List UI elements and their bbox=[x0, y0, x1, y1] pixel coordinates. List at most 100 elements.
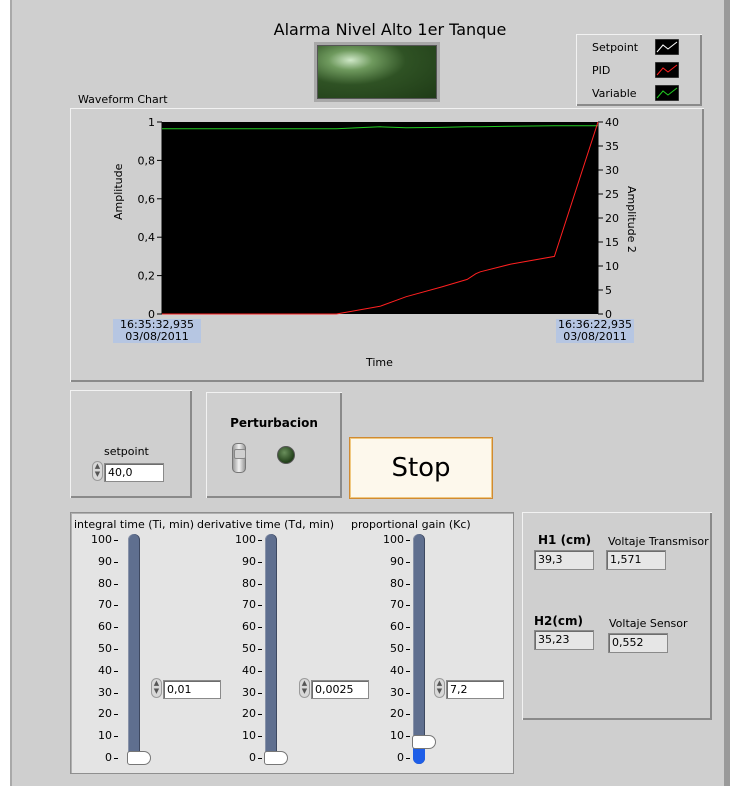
plot-legend[interactable]: Setpoint PID Variable bbox=[576, 34, 702, 106]
slider-tick-label: 30 bbox=[390, 685, 404, 699]
setpoint-increment-decrement[interactable]: ▲ ▼ bbox=[92, 461, 103, 481]
slider-tick-mark bbox=[258, 649, 262, 650]
slider-tick-label: 80 bbox=[98, 576, 112, 590]
slider-tick-label: 100 bbox=[383, 533, 404, 546]
perturbacion-box bbox=[206, 392, 342, 498]
slider-tick-mark bbox=[114, 714, 118, 716]
slider-tick-label: 80 bbox=[242, 576, 256, 590]
slider-tick-mark bbox=[406, 605, 410, 607]
x-start-date: 03/08/2011 bbox=[125, 330, 189, 343]
slider-tick-mark bbox=[258, 540, 262, 541]
slider-thumb[interactable] bbox=[412, 735, 436, 750]
slider-tick-label: 10 bbox=[242, 729, 256, 743]
slider-tick-mark bbox=[406, 561, 410, 563]
y-right-tick-label: 35 bbox=[605, 140, 619, 153]
y-right-tick-label: 5 bbox=[605, 284, 612, 297]
x-axis-label: Time bbox=[366, 356, 393, 369]
y-right-tick-label: 30 bbox=[605, 164, 619, 177]
alarm-title: Alarma Nivel Alto 1er Tanque bbox=[273, 20, 507, 39]
slider-track[interactable] bbox=[265, 534, 277, 764]
slider-value-input[interactable]: 0,01 bbox=[163, 680, 221, 699]
slider-increment-decrement[interactable]: ▲ ▼ bbox=[151, 678, 162, 698]
legend-item[interactable]: Variable bbox=[576, 84, 702, 104]
slider-tick-mark bbox=[406, 736, 410, 738]
setpoint-input[interactable]: 40,0 bbox=[104, 463, 164, 482]
y-right-axis-label: Amplitude 2 bbox=[625, 186, 638, 253]
x-start-label[interactable]: 16:35:32,935 03/08/2011 bbox=[113, 319, 201, 343]
slider-tick-label: 90 bbox=[98, 554, 112, 568]
slider-label: derivative time (Td, min) bbox=[197, 518, 335, 531]
slider-track[interactable] bbox=[413, 534, 425, 764]
legend-swatch bbox=[655, 85, 679, 101]
slider-tick-mark bbox=[114, 605, 118, 607]
slider-tick-label: 50 bbox=[98, 642, 112, 655]
slider-tick-mark bbox=[114, 627, 118, 629]
slider-tick-mark bbox=[258, 605, 262, 607]
slider-thumb[interactable] bbox=[264, 751, 288, 765]
voltaje-sensor-label: Voltaje Sensor bbox=[609, 617, 688, 630]
h1-label: H1 (cm) bbox=[538, 533, 592, 547]
voltaje-transmisor-value: 1,571 bbox=[606, 550, 666, 570]
slider-tick-label: 30 bbox=[242, 685, 256, 699]
slider-tick-mark bbox=[406, 670, 410, 672]
perturbacion-led bbox=[277, 446, 295, 464]
perturbacion-toggle[interactable] bbox=[232, 443, 246, 473]
slider-tick-mark bbox=[114, 540, 118, 541]
slider-tick-label: 20 bbox=[390, 707, 404, 721]
slider-tick-label: 0 bbox=[105, 751, 112, 764]
slider-tick-mark bbox=[406, 758, 410, 759]
slider-tick-label: 70 bbox=[98, 598, 112, 612]
slider-tick-label: 90 bbox=[390, 554, 404, 568]
y-left-axis-label: Amplitude bbox=[112, 163, 125, 220]
slider-value-input[interactable]: 7,2 bbox=[446, 680, 504, 699]
perturbacion-label: Perturbacion bbox=[230, 416, 318, 430]
y-right-tick-label: 25 bbox=[605, 188, 619, 201]
legend-item[interactable]: Setpoint bbox=[576, 38, 702, 58]
h1-value: 39,3 bbox=[534, 550, 594, 570]
slider-tick-label: 10 bbox=[390, 729, 404, 743]
plot-area bbox=[162, 122, 598, 314]
slider-label: proportional gain (Kc) bbox=[351, 518, 471, 531]
x-end-label[interactable]: 16:36:22,935 03/08/2011 bbox=[556, 319, 634, 343]
stop-label: Stop bbox=[391, 453, 451, 483]
slider-tick-label: 20 bbox=[98, 707, 112, 721]
y-right-tick-label: 10 bbox=[605, 260, 619, 273]
slider-tick-mark bbox=[114, 649, 118, 650]
y-right-tick-label: 15 bbox=[605, 236, 619, 249]
slider-tick-mark bbox=[258, 670, 262, 672]
y-right-tick-label: 20 bbox=[605, 212, 619, 225]
slider-tick-mark bbox=[258, 692, 262, 694]
slider-increment-decrement[interactable]: ▲ ▼ bbox=[434, 678, 445, 698]
h2-label: H2(cm) bbox=[534, 614, 583, 628]
legend-swatch bbox=[655, 39, 679, 55]
legend-item[interactable]: PID bbox=[576, 61, 702, 81]
slider-track[interactable] bbox=[128, 534, 140, 764]
slider-tick-label: 0 bbox=[397, 751, 404, 764]
slider-tick-mark bbox=[406, 627, 410, 629]
voltaje-sensor-value: 0,552 bbox=[608, 633, 668, 653]
slider-tick-label: 40 bbox=[390, 663, 404, 677]
stop-button[interactable]: Stop bbox=[349, 437, 493, 499]
legend-swatch bbox=[655, 62, 679, 78]
y-left-tick-label: 0,6 bbox=[138, 193, 156, 206]
panel-scroll-edge bbox=[724, 0, 730, 786]
voltaje-transmisor-label: Voltaje Transmisor bbox=[608, 535, 709, 548]
slider-increment-decrement[interactable]: ▲ ▼ bbox=[299, 678, 310, 698]
setpoint-label: setpoint bbox=[104, 445, 149, 458]
alarm-led bbox=[314, 42, 440, 102]
x-end-date: 03/08/2011 bbox=[563, 330, 627, 343]
slider-tick-label: 40 bbox=[98, 663, 112, 677]
slider-tick-mark bbox=[114, 561, 118, 563]
slider-tick-mark bbox=[114, 670, 118, 672]
slider-tick-mark bbox=[406, 692, 410, 694]
slider-tick-label: 30 bbox=[98, 685, 112, 699]
legend-item-label: PID bbox=[592, 64, 611, 77]
slider-tick-mark bbox=[258, 627, 262, 629]
slider-tick-mark bbox=[114, 583, 118, 585]
slider-thumb[interactable] bbox=[127, 751, 151, 765]
y-left-tick-label: 0,8 bbox=[138, 154, 156, 167]
slider-label: integral time (Ti, min) bbox=[74, 518, 195, 531]
chart-label: Waveform Chart bbox=[78, 93, 168, 106]
slider-value-input[interactable]: 0,0025 bbox=[311, 680, 369, 699]
slider-tick-mark bbox=[114, 736, 118, 738]
